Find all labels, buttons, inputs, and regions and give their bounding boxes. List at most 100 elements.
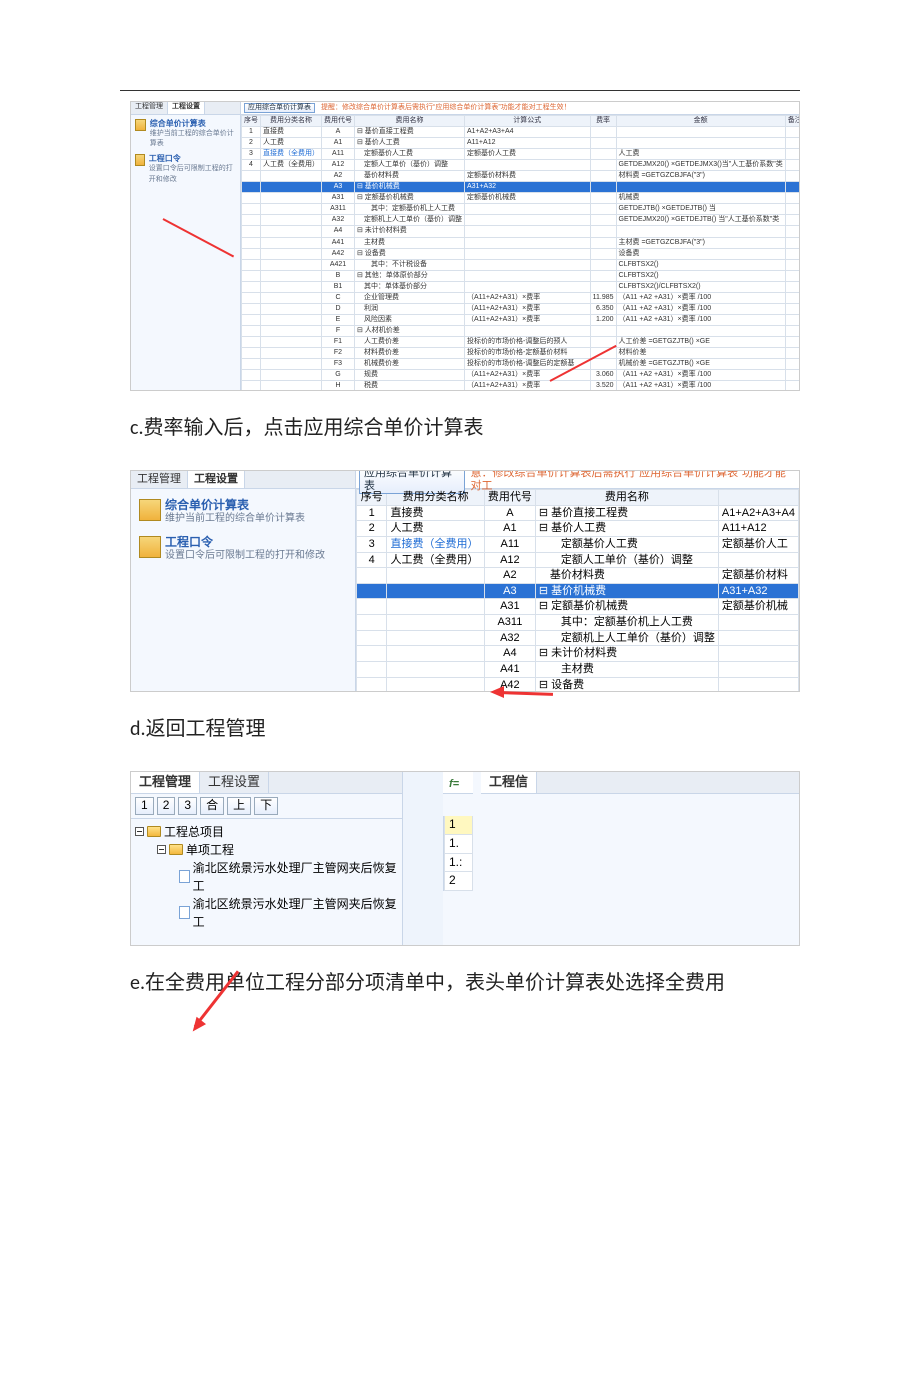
cell: 人工费 bbox=[616, 149, 785, 160]
cell bbox=[242, 281, 261, 292]
ss1-side-panel: 工程管理 工程设置 综合单价计算表 维护当前工程的综合单价计算表 工程口令 设置… bbox=[131, 102, 241, 390]
table-row[interactable]: A32 定额机上人工单价（基价）调整GETDEJMX20() ×GETDEJTB… bbox=[242, 215, 800, 226]
sidebar-item-password[interactable]: 工程口令 设置口令后可限制工程的打开和修改 bbox=[135, 154, 236, 183]
sidebar-item-calc-table[interactable]: 综合单价计算表 维护当前工程的综合单价计算表 bbox=[135, 119, 236, 148]
mini-row[interactable]: 1.: bbox=[444, 854, 473, 873]
cell: 规费 bbox=[355, 370, 465, 381]
cell: F2 bbox=[322, 347, 355, 358]
table-row[interactable]: F2 材料费价差投标价的市场价格-定额基价材料材料价差 bbox=[242, 347, 800, 358]
cell: 基价材料费 bbox=[535, 568, 718, 584]
tree-leaf[interactable]: 渝北区统景污水处理厂主管网夹后恢复工 bbox=[179, 895, 398, 931]
cell bbox=[261, 171, 322, 182]
table-row[interactable]: A2 基价材料费定额基价材料费材料费 =GETGZCBJFA("3")定额材料费… bbox=[242, 171, 800, 182]
pager-2-button[interactable]: 2 bbox=[157, 797, 176, 815]
cell: 4 bbox=[357, 552, 387, 568]
table-row[interactable]: A311 其中：定额基价机上人工费 bbox=[357, 615, 799, 631]
table-row[interactable]: A311 其中：定额基价机上人工费GETDEJTB() ×GETDEJTB() … bbox=[242, 204, 800, 215]
table-row[interactable]: 3直接费（全费用）A11 定额基价人工费定额基价人工 bbox=[357, 536, 799, 552]
table-row[interactable]: A31⊟ 定额基价机械费定额基价机械 bbox=[357, 599, 799, 615]
cell: CLFBTSX2() bbox=[616, 270, 785, 281]
table-row[interactable]: A41 主材费主材费 =GETGZCBJFA("3")主材单价 bbox=[242, 237, 800, 248]
cell: （A11+A2+A31）×费率 bbox=[465, 303, 591, 314]
col-code: 费用代号 bbox=[322, 116, 355, 127]
cell bbox=[616, 226, 785, 237]
file-icon bbox=[179, 906, 190, 919]
sidebar-item-calc-table[interactable]: 综合单价计算表 维护当前工程的综合单价计算表 bbox=[135, 493, 351, 524]
table-row[interactable]: 2人工费A1⊟ 基价人工费A11+A12 bbox=[242, 138, 800, 149]
cell bbox=[357, 583, 387, 599]
table-row[interactable]: F⊟ 人材机价差 bbox=[242, 325, 800, 336]
cell: GETDEJMX20() ×GETDEJTB() 当"人工基价系数"类 bbox=[616, 215, 785, 226]
table-row[interactable]: B1 其中：单体基价部分CLFBTSX2()/CLFBTSX2() bbox=[242, 281, 800, 292]
mini-row[interactable]: 2 bbox=[444, 872, 473, 891]
mini-row[interactable]: 1. bbox=[444, 835, 473, 854]
pager-3-button[interactable]: 3 bbox=[178, 797, 197, 815]
table-row[interactable]: 1直接费A⊟ 基价直接工程费A1+A2+A3+A4 bbox=[242, 127, 800, 138]
tab-engineering-mgmt[interactable]: 工程管理 bbox=[131, 772, 200, 793]
table-row[interactable]: A3⊟ 基价机械费A31+A32 bbox=[242, 182, 800, 193]
fx-icon[interactable]: f= bbox=[447, 777, 461, 791]
sidebar-item-password[interactable]: 工程口令 设置口令后可限制工程的打开和修改 bbox=[135, 530, 351, 561]
table-row[interactable]: A42⊟ 设备费设备费设备单价 bbox=[242, 248, 800, 259]
caret-icon[interactable] bbox=[157, 845, 166, 854]
caption-letter: e. bbox=[130, 971, 145, 995]
pager-down-button[interactable]: 下 bbox=[254, 797, 278, 815]
cell: 3 bbox=[357, 536, 387, 552]
table-row[interactable]: A3⊟ 基价机械费A31+A32 bbox=[357, 583, 799, 599]
table-row[interactable]: G 规费（A11+A2+A31）×费率3.060（A11 +A2 +A31）×费… bbox=[242, 370, 800, 381]
cell bbox=[590, 193, 616, 204]
mini-row[interactable]: 1 bbox=[444, 816, 473, 835]
table-row[interactable]: A32 定额机上人工单价（基价）调整 bbox=[357, 630, 799, 646]
table-row[interactable]: F1 人工费价差投标价的市场价格-调整后的预人人工价差 =GETGZJTB() … bbox=[242, 336, 800, 347]
cell bbox=[465, 160, 591, 171]
cell bbox=[261, 303, 322, 314]
table-row[interactable]: 4人工费（全费用）A12 定额人工单价（基价）调整 bbox=[357, 552, 799, 568]
folder-icon bbox=[169, 844, 183, 855]
table-row[interactable]: B⊟ 其他：单体原价部分CLFBTSX2()单体单价 bbox=[242, 270, 800, 281]
cell: 定额基价机械费 bbox=[465, 193, 591, 204]
tab-project-info[interactable]: 工程信 bbox=[481, 772, 537, 793]
table-row[interactable]: A42⊟ 设备费 bbox=[357, 677, 799, 692]
tab-engineering-settings[interactable]: 工程设置 bbox=[200, 772, 269, 793]
cell: 3 bbox=[242, 149, 261, 160]
table-row[interactable]: A41 主材费 bbox=[357, 662, 799, 678]
tree-leaf[interactable]: 渝北区统景污水处理厂主管网夹后恢复工 bbox=[179, 859, 398, 895]
table-row[interactable]: 3直接费（全费用）A11 定额基价人工费定额基价人工费人工费定额人工费单价 bbox=[242, 149, 800, 160]
table-row[interactable]: F3 机械费价差投标价的市场价格-调整后的定额基机械价差 =GETGZJTB()… bbox=[242, 359, 800, 370]
table-row[interactable]: 4人工费（全费用）A12 定额人工单价（基价）调整GETDEJMX20() ×G… bbox=[242, 160, 800, 171]
table-row[interactable]: H 税费（A11+A2+A31）×费率3.520（A11 +A2 +A31）×费… bbox=[242, 381, 800, 390]
cell bbox=[387, 599, 484, 615]
cell: 设备费 bbox=[616, 248, 785, 259]
table-row[interactable]: A4⊟ 未计价材料费 bbox=[357, 646, 799, 662]
tab-engineering-mgmt[interactable]: 工程管理 bbox=[131, 102, 168, 114]
table-row[interactable]: D 利润（A11+A2+A31）×费率6.350（A11 +A2 +A31）×费… bbox=[242, 303, 800, 314]
table-row[interactable]: A31⊟ 定额基价机械费定额基价机械费机械费定额机械费单价 bbox=[242, 193, 800, 204]
table-row[interactable]: 1直接费A⊟ 基价直接工程费A1+A2+A3+A4 bbox=[357, 505, 799, 521]
tab-engineering-settings[interactable]: 工程设置 bbox=[168, 102, 205, 114]
caret-icon[interactable] bbox=[135, 827, 144, 836]
cell: A41 bbox=[322, 237, 355, 248]
ss1-tabs: 工程管理 工程设置 bbox=[131, 102, 240, 115]
tree-root[interactable]: 工程总项目 bbox=[135, 823, 398, 841]
cell: （A11 +A2 +A31）×费率 /100 bbox=[616, 381, 785, 390]
tab-engineering-mgmt[interactable]: 工程管理 bbox=[131, 471, 188, 488]
cell bbox=[261, 336, 322, 347]
table-row[interactable]: 2人工费A1⊟ 基价人工费A11+A12 bbox=[357, 521, 799, 537]
apply-calc-table-button[interactable]: 应用综合单价计算表 bbox=[244, 103, 315, 113]
table-row[interactable]: A4⊟ 未计价材料费 bbox=[242, 226, 800, 237]
tab-engineering-settings[interactable]: 工程设置 bbox=[188, 471, 245, 488]
table-row[interactable]: A2 基价材料费定额基价材料 bbox=[357, 568, 799, 584]
table-row[interactable]: E 风险因素（A11+A2+A31）×费率1.200（A11 +A2 +A31）… bbox=[242, 314, 800, 325]
pager-up-button[interactable]: 上 bbox=[227, 797, 251, 815]
table-row[interactable]: C 企业管理费（A11+A2+A31）×费率11.985（A11 +A2 +A3… bbox=[242, 292, 800, 303]
pager-sum-button[interactable]: 合 bbox=[200, 797, 224, 815]
cell bbox=[785, 237, 799, 248]
cell: 风险因素 bbox=[355, 314, 465, 325]
cell bbox=[785, 160, 799, 171]
pager-1-button[interactable]: 1 bbox=[135, 797, 154, 815]
file-icon bbox=[135, 119, 146, 131]
cell: A2 bbox=[484, 568, 535, 584]
tree-sub[interactable]: 单项工程 bbox=[157, 841, 398, 859]
cell bbox=[357, 646, 387, 662]
table-row[interactable]: A421 其中：不计税设备CLFBTSX2()不计税设备单价 bbox=[242, 259, 800, 270]
